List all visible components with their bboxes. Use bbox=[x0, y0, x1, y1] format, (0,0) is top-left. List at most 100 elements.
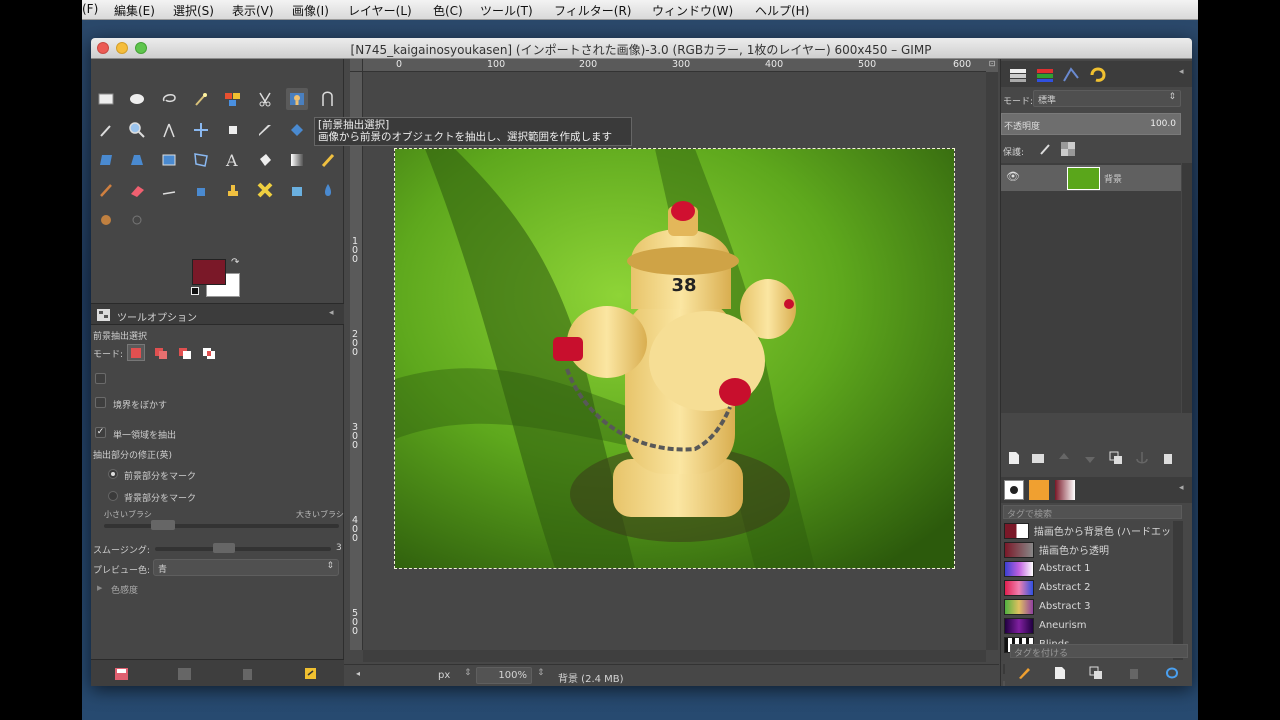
clone-tool[interactable] bbox=[222, 179, 244, 201]
text-tool[interactable]: A bbox=[222, 149, 244, 171]
channels-tab-icon[interactable] bbox=[1035, 66, 1055, 83]
new-gradient-icon[interactable] bbox=[1053, 666, 1067, 680]
heal-tool[interactable] bbox=[254, 179, 276, 201]
tool-options-tab-label[interactable]: ツールオプション bbox=[117, 309, 197, 324]
shear-tool[interactable] bbox=[95, 149, 117, 171]
menu-image[interactable]: 画像(I) bbox=[292, 2, 329, 19]
horizontal-ruler[interactable]: 0 100 200 300 400 500 600 bbox=[363, 59, 986, 72]
tag-search-field[interactable]: タグで検索 bbox=[1003, 505, 1182, 520]
single-region-checkbox[interactable]: ✓ bbox=[95, 427, 106, 438]
crop-tool[interactable] bbox=[254, 119, 276, 141]
refresh-gradients-icon[interactable] bbox=[1164, 665, 1180, 681]
horizontal-scrollbar[interactable] bbox=[363, 650, 986, 662]
bucket-fill-tool[interactable] bbox=[254, 149, 276, 171]
menu-filters[interactable]: フィルター(R) bbox=[554, 2, 631, 19]
delete-layer-icon[interactable] bbox=[1161, 451, 1175, 465]
blend-tool[interactable] bbox=[286, 149, 308, 171]
ink-tool[interactable] bbox=[190, 179, 212, 201]
menu-help[interactable]: ヘルプ(H) bbox=[755, 2, 809, 19]
feather-checkbox[interactable] bbox=[95, 397, 106, 408]
brushes-tab-icon[interactable] bbox=[1004, 480, 1024, 500]
menu-file[interactable]: (F) bbox=[82, 2, 98, 16]
layer-mode-select[interactable]: 標準 ⇕ bbox=[1033, 90, 1181, 107]
undo-history-tab-icon[interactable] bbox=[1087, 65, 1109, 83]
layers-tab-icon[interactable] bbox=[1008, 66, 1028, 83]
lasso-tool[interactable] bbox=[158, 88, 180, 110]
brush-size-slider-handle[interactable] bbox=[151, 520, 175, 530]
zoom-select-arrows-icon[interactable]: ⇕ bbox=[537, 668, 545, 678]
restore-options-icon[interactable] bbox=[177, 666, 192, 681]
menu-colors[interactable]: 色(C) bbox=[433, 2, 463, 19]
brush-size-slider[interactable] bbox=[104, 524, 339, 528]
unit-select-arrows-icon[interactable]: ⇕ bbox=[464, 668, 472, 678]
foreground-select-tool[interactable] bbox=[286, 88, 308, 110]
list-item[interactable]: 描画色から背景色 (ハードエッ bbox=[1001, 521, 1171, 540]
mode-subtract-button[interactable] bbox=[176, 344, 194, 361]
fuzzy-select-tool[interactable] bbox=[190, 88, 212, 110]
dodge-burn-tool[interactable] bbox=[126, 209, 148, 231]
radio-mark-background[interactable] bbox=[108, 491, 118, 501]
paths-tab-icon[interactable] bbox=[1061, 66, 1081, 83]
reset-options-icon[interactable] bbox=[303, 666, 318, 681]
vertical-scrollbar[interactable] bbox=[986, 72, 998, 650]
edit-gradient-icon[interactable] bbox=[1017, 666, 1031, 680]
menu-layer[interactable]: レイヤー(L) bbox=[348, 2, 412, 19]
smoothing-slider[interactable] bbox=[155, 547, 331, 551]
eraser-tool[interactable] bbox=[126, 179, 148, 201]
lower-layer-icon[interactable] bbox=[1083, 451, 1097, 465]
minimize-window-button[interactable] bbox=[116, 42, 128, 54]
scissors-tool[interactable] bbox=[254, 88, 276, 110]
select-by-color-tool[interactable] bbox=[222, 88, 244, 110]
measure-tool[interactable] bbox=[158, 119, 180, 141]
blur-tool[interactable] bbox=[317, 179, 339, 201]
gradients-tab-icon[interactable] bbox=[1055, 480, 1075, 500]
align-tool[interactable] bbox=[222, 119, 244, 141]
duplicate-gradient-icon[interactable] bbox=[1089, 666, 1103, 680]
menu-view[interactable]: 表示(V) bbox=[232, 2, 274, 19]
dock-menu-icon[interactable]: ◂ bbox=[1179, 67, 1184, 77]
new-layer-group-icon[interactable] bbox=[1031, 451, 1045, 465]
perspective-tool[interactable] bbox=[126, 149, 148, 171]
swap-colors-icon[interactable]: ↷ bbox=[231, 257, 239, 268]
zoom-window-button[interactable] bbox=[135, 42, 147, 54]
menu-tools[interactable]: ツール(T) bbox=[480, 2, 533, 19]
dock-menu-icon[interactable]: ◂ bbox=[1179, 483, 1184, 493]
airbrush-tool[interactable] bbox=[158, 179, 180, 201]
preview-color-select[interactable]: 青 ⇕ bbox=[153, 559, 339, 576]
list-item[interactable]: Abstract 3 bbox=[1001, 597, 1171, 616]
lock-alpha-icon[interactable] bbox=[1061, 142, 1075, 156]
ellipse-select-tool[interactable] bbox=[126, 88, 148, 110]
expander-arrow-icon[interactable]: ▶ bbox=[97, 584, 102, 592]
unit-value[interactable]: px bbox=[438, 670, 450, 681]
vertical-ruler[interactable]: 100 200 300 400 500 bbox=[350, 72, 363, 650]
list-item[interactable]: Aneurism bbox=[1001, 616, 1171, 635]
list-item[interactable]: 描画色から透明 bbox=[1001, 540, 1171, 559]
zoom-field[interactable]: 100% bbox=[476, 667, 532, 684]
image-canvas[interactable]: 38 bbox=[394, 148, 955, 569]
raise-layer-icon[interactable] bbox=[1057, 451, 1071, 465]
navigate-icon[interactable]: ◂ bbox=[356, 669, 360, 678]
menu-window[interactable]: ウィンドウ(W) bbox=[652, 2, 733, 19]
tab-menu-icon[interactable]: ◂ bbox=[329, 308, 334, 318]
pencil-tool[interactable] bbox=[317, 149, 339, 171]
gradients-scrollbar[interactable] bbox=[1173, 521, 1183, 661]
sensitivity-label[interactable]: 色感度 bbox=[111, 583, 138, 596]
close-window-button[interactable] bbox=[97, 42, 109, 54]
antialias-checkbox[interactable] bbox=[95, 373, 106, 384]
layer-name[interactable]: 背景 bbox=[1104, 172, 1122, 185]
menu-edit[interactable]: 編集(E) bbox=[114, 2, 155, 19]
rect-select-tool[interactable] bbox=[95, 88, 117, 110]
mode-intersect-button[interactable] bbox=[200, 344, 218, 361]
list-item[interactable]: Abstract 1 bbox=[1001, 559, 1171, 578]
default-colors-icon[interactable] bbox=[191, 287, 199, 295]
anchor-layer-icon[interactable] bbox=[1135, 451, 1149, 465]
mode-add-button[interactable] bbox=[152, 344, 170, 361]
move-tool[interactable] bbox=[190, 119, 212, 141]
layer-row[interactable]: 👁 背景 bbox=[1001, 165, 1181, 191]
new-layer-icon[interactable] bbox=[1007, 451, 1021, 465]
mode-replace-button[interactable] bbox=[127, 344, 145, 361]
menu-select[interactable]: 選択(S) bbox=[173, 2, 214, 19]
zoom-tool[interactable] bbox=[126, 119, 148, 141]
cage-transform-tool[interactable] bbox=[190, 149, 212, 171]
patterns-tab-icon[interactable] bbox=[1029, 480, 1049, 500]
